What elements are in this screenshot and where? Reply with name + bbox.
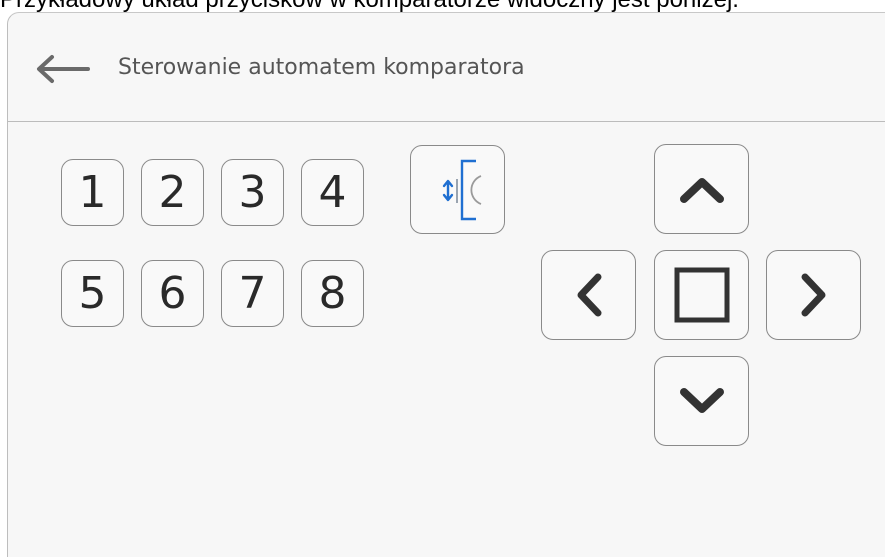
position-key-5[interactable]: 5: [61, 260, 124, 327]
stop-button[interactable]: [654, 250, 749, 340]
move-left-button[interactable]: [541, 250, 636, 340]
position-key-2[interactable]: 2: [141, 159, 204, 226]
comparator-control-panel: Sterowanie automatem komparatora 1 2 3 4…: [7, 12, 885, 557]
move-down-button[interactable]: [654, 356, 749, 446]
position-key-8[interactable]: 8: [301, 260, 364, 327]
position-key-4[interactable]: 4: [301, 159, 364, 226]
arrow-left-icon: [37, 55, 90, 83]
load-position-button[interactable]: [410, 145, 505, 234]
position-key-7[interactable]: 7: [221, 260, 284, 327]
back-button[interactable]: [32, 49, 94, 89]
chevron-up-icon: [679, 178, 724, 203]
chevron-right-icon: [801, 273, 825, 317]
move-up-button[interactable]: [654, 144, 749, 234]
header-bar: Sterowanie automatem komparatora: [8, 13, 885, 122]
chevron-left-icon: [577, 273, 601, 317]
position-key-1[interactable]: 1: [61, 159, 124, 226]
position-key-6[interactable]: 6: [141, 260, 204, 327]
square-stop-icon: [674, 267, 729, 323]
page-title: Sterowanie automatem komparatora: [118, 55, 525, 80]
load-position-icon: [442, 159, 481, 220]
move-right-button[interactable]: [766, 250, 861, 340]
position-key-3[interactable]: 3: [221, 159, 284, 226]
chevron-down-icon: [679, 388, 724, 413]
